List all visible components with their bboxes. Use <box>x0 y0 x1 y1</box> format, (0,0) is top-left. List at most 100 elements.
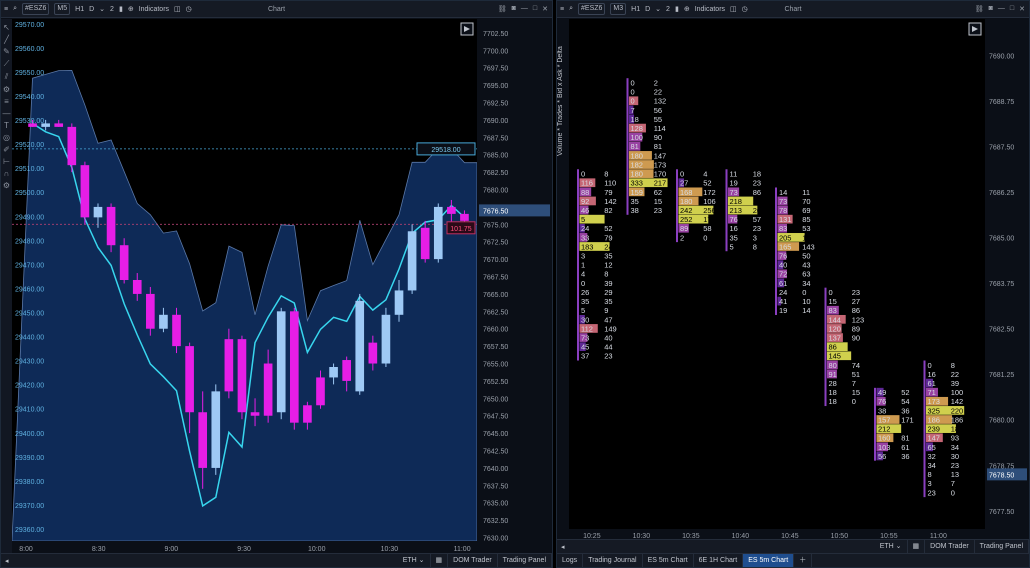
tab-6e-1h-chart[interactable]: 6E 1H Chart <box>694 554 744 567</box>
template-icon[interactable]: ◫ <box>730 5 737 13</box>
footprint-bid: 160 <box>878 434 891 443</box>
footprint-ask: 40 <box>604 333 612 342</box>
clock-icon[interactable]: ◷ <box>742 5 748 13</box>
ray-tool-icon[interactable]: ⟋ <box>4 59 10 69</box>
footprint-ask: 8 <box>951 361 955 370</box>
footprint-ask: 53 <box>802 224 810 233</box>
timeframe-h1[interactable]: H1 <box>75 6 84 13</box>
minimize-icon[interactable]: — <box>521 5 528 13</box>
calendar-icon[interactable]: ▦ <box>908 540 926 553</box>
tab-es-5m-chart-active[interactable]: ES 5m Chart <box>743 554 795 567</box>
cursor-icon[interactable]: ↖ <box>3 23 10 32</box>
timeframe-d[interactable]: D <box>645 6 650 13</box>
scroll-left-icon[interactable]: ◂ <box>1 557 13 565</box>
close-icon[interactable]: ✕ <box>1019 5 1025 13</box>
brush-icon[interactable]: ✐ <box>3 145 10 154</box>
link-icon[interactable]: ⛓ <box>975 5 984 13</box>
scroll-left-icon[interactable]: ◂ <box>557 543 569 551</box>
count-selector[interactable]: 2 <box>666 6 670 13</box>
symbol-search-icon[interactable]: ⌕ <box>13 5 17 13</box>
footprint-ask: 57 <box>753 215 761 224</box>
indicators-button[interactable]: Indicators <box>139 6 169 13</box>
minimize-icon[interactable]: — <box>998 5 1005 13</box>
crosshair-icon[interactable]: ⊕ <box>128 5 134 13</box>
session-selector[interactable]: ETH ⌄ <box>398 554 431 567</box>
maximize-icon[interactable]: □ <box>533 5 537 13</box>
candle-body <box>132 280 142 294</box>
candlestick-chart[interactable]: 7702.50 7700.00 7697.50 7695.00 7692.50 7690.… <box>12 19 552 555</box>
footprint-bid: 61 <box>927 379 935 388</box>
candle-body <box>80 165 90 218</box>
hline-tool-icon[interactable]: ― <box>3 109 11 118</box>
camera-icon[interactable]: ◙ <box>989 5 993 13</box>
menu-icon[interactable]: ≡ <box>4 6 8 13</box>
footprint-bid: 0 <box>630 88 634 97</box>
camera-icon[interactable]: ◙ <box>512 5 516 13</box>
trading-panel-tab[interactable]: Trading Panel <box>498 554 552 567</box>
template-icon[interactable]: ◫ <box>174 5 181 13</box>
symbol-selector[interactable]: #ESZ6 <box>578 3 606 15</box>
candle-body <box>355 300 365 392</box>
x-axis-tick: 9:00 <box>165 546 179 553</box>
right-axis-tick: 7680.00 <box>483 188 508 195</box>
close-icon[interactable]: ✕ <box>542 5 548 13</box>
right-axis-tick: 7662.50 <box>483 309 508 316</box>
footprint-bid: 38 <box>878 406 886 415</box>
candle-body <box>198 412 208 468</box>
add-tab-button[interactable]: ＋ <box>794 554 813 567</box>
line-tool-icon[interactable]: ╱ <box>4 35 9 44</box>
footprint-bid: 213 <box>729 206 742 215</box>
tab-logs[interactable]: Logs <box>557 554 584 567</box>
magnet-icon[interactable]: ∩ <box>4 169 10 178</box>
session-selector[interactable]: ETH ⌄ <box>875 540 908 553</box>
candle-body <box>159 314 168 329</box>
dom-trader-tab[interactable]: DOM Trader <box>448 554 498 567</box>
right-axis-tick: 7640.00 <box>483 466 508 473</box>
text-tool-icon[interactable]: T <box>4 121 9 130</box>
ruler-icon[interactable]: ⊢ <box>3 157 10 166</box>
trading-panel-tab[interactable]: Trading Panel <box>975 540 1029 553</box>
gear-icon[interactable]: ⚙ <box>3 85 10 94</box>
footprint-bid: 15 <box>828 297 836 306</box>
footprint-bid: 147 <box>927 434 940 443</box>
menu-icon[interactable]: ≡ <box>560 6 564 13</box>
dom-trader-tab[interactable]: DOM Trader <box>925 540 975 553</box>
chart-type-icon[interactable]: ▮ <box>119 5 123 13</box>
right-axis-tick: 7657.50 <box>483 344 508 351</box>
timeframe-d[interactable]: D <box>89 6 94 13</box>
settings-icon[interactable]: ⚙ <box>3 181 10 190</box>
chart-type-icon[interactable]: ▮ <box>675 5 679 13</box>
fib-tool-icon[interactable]: ≡ <box>4 97 9 106</box>
crosshair-icon[interactable]: ⊕ <box>684 5 690 13</box>
right-footer: ◂ ETH ⌄ ▦ DOM Trader Trading Panel <box>557 539 1029 553</box>
calendar-icon[interactable]: ▦ <box>431 554 449 567</box>
tab-es-5m-chart[interactable]: ES 5m Chart <box>643 554 694 567</box>
maximize-icon[interactable]: □ <box>1010 5 1014 13</box>
footprint-ask: 52 <box>901 388 909 397</box>
price-tag-text: 29518.00 <box>431 147 460 154</box>
target-icon[interactable]: ◎ <box>3 133 10 142</box>
channel-tool-icon[interactable]: ⫽ <box>5 72 9 82</box>
indicators-button[interactable]: Indicators <box>695 6 725 13</box>
footprint-chart[interactable]: 0 8116 11088 7992 14246 825 35324 5233 79183 2463… <box>569 19 1029 541</box>
timeframe-m3[interactable]: M3 <box>610 3 627 15</box>
chevron-down-icon[interactable]: ⌄ <box>99 5 105 13</box>
footprint-ask: 69 <box>802 206 810 215</box>
footprint-ask: 81 <box>654 142 662 151</box>
tab-trading-journal[interactable]: Trading Journal <box>583 554 643 567</box>
footprint-ask: 11 <box>802 188 810 197</box>
footprint-ask: 55 <box>654 115 662 124</box>
clock-icon[interactable]: ◷ <box>186 5 192 13</box>
symbol-selector[interactable]: #ESZ6 <box>22 3 50 15</box>
chevron-down-icon[interactable]: ⌄ <box>655 5 661 13</box>
link-icon[interactable]: ⛓ <box>498 5 507 13</box>
count-selector[interactable]: 2 <box>110 6 114 13</box>
timeframe-h1[interactable]: H1 <box>631 6 640 13</box>
footprint-bid: 73 <box>729 188 737 197</box>
pencil-icon[interactable]: ✎ <box>3 47 10 56</box>
footprint-candle-bar <box>923 360 926 498</box>
symbol-search-icon[interactable]: ⌕ <box>569 5 573 13</box>
timeframe-m5[interactable]: M5 <box>54 3 71 15</box>
right-axis-tick: 7632.50 <box>483 518 508 525</box>
footprint-ask: 18 <box>753 170 761 179</box>
